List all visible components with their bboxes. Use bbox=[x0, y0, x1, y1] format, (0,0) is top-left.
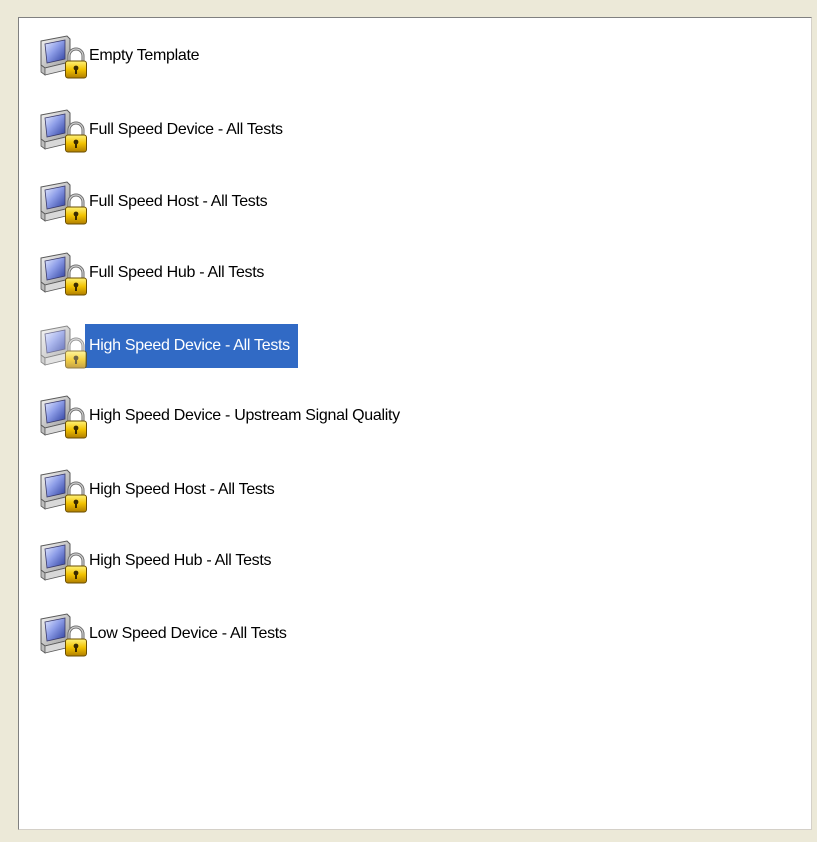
list-item[interactable]: High Speed Device - Upstream Signal Qual… bbox=[37, 392, 408, 440]
locked-monitor-icon bbox=[37, 106, 89, 154]
locked-monitor-icon bbox=[37, 610, 89, 658]
locked-monitor-icon bbox=[37, 466, 89, 514]
list-item[interactable]: Full Speed Host - All Tests bbox=[37, 178, 275, 226]
list-item-label: High Speed Hub - All Tests bbox=[89, 552, 272, 569]
list-item[interactable]: Full Speed Device - All Tests bbox=[37, 106, 291, 154]
list-item-label: Empty Template bbox=[89, 47, 200, 64]
list-item[interactable]: High Speed Hub - All Tests bbox=[37, 537, 279, 585]
list-item[interactable]: Empty Template bbox=[37, 32, 207, 80]
list-item-label: Full Speed Hub - All Tests bbox=[89, 264, 265, 281]
template-list[interactable]: Empty Template Full Speed Device - All T… bbox=[18, 17, 812, 830]
locked-monitor-icon bbox=[37, 322, 89, 370]
list-item[interactable]: Low Speed Device - All Tests bbox=[37, 610, 295, 658]
list-item[interactable]: High Speed Host - All Tests bbox=[37, 466, 282, 514]
list-item-label: High Speed Host - All Tests bbox=[89, 481, 275, 498]
locked-monitor-icon bbox=[37, 537, 89, 585]
list-item[interactable]: Full Speed Hub - All Tests bbox=[37, 249, 272, 297]
dialog-frame: Empty Template Full Speed Device - All T… bbox=[0, 0, 817, 842]
locked-monitor-icon bbox=[37, 249, 89, 297]
list-item-label: Low Speed Device - All Tests bbox=[89, 625, 287, 642]
list-item-label: High Speed Device - Upstream Signal Qual… bbox=[89, 407, 400, 424]
locked-monitor-icon bbox=[37, 32, 89, 80]
list-item-label: Full Speed Host - All Tests bbox=[89, 193, 268, 210]
list-item-label: High Speed Device - All Tests bbox=[85, 324, 298, 368]
list-item-label: Full Speed Device - All Tests bbox=[89, 121, 283, 138]
list-item[interactable]: High Speed Device - All Tests bbox=[37, 322, 298, 370]
locked-monitor-icon bbox=[37, 392, 89, 440]
locked-monitor-icon bbox=[37, 178, 89, 226]
